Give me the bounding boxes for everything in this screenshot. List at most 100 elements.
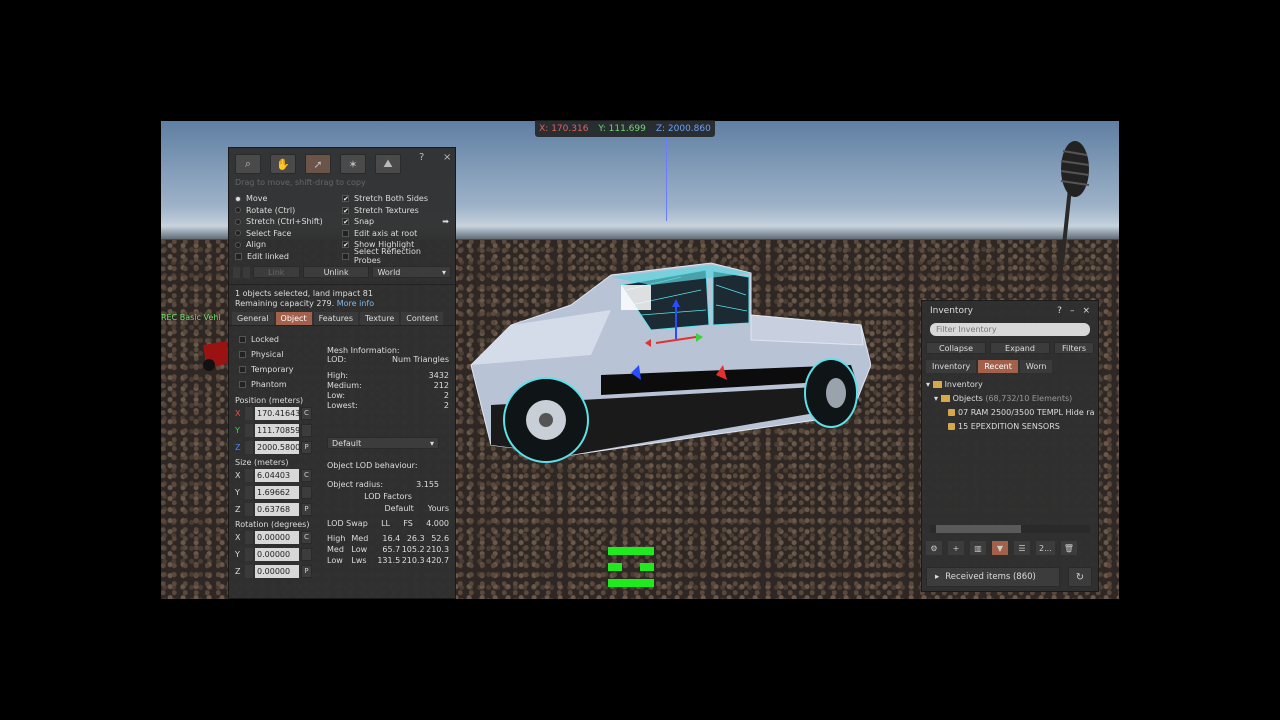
spinner-icon[interactable] [245,407,253,420]
swap-a: High [327,534,346,543]
trash-icon[interactable]: 🗑 [1060,541,1077,555]
spinner-icon[interactable] [245,441,253,454]
mode-rotate[interactable]: Rotate (Ctrl) [235,205,342,217]
tree-folder[interactable]: ▾ Objects (68,732/10 Elements) [926,392,1094,406]
grab-tool-icon[interactable]: ✋ [270,154,296,174]
object-icon [948,409,955,416]
rotation-z-input[interactable]: 0.00000 [255,565,299,578]
tab-worn[interactable]: Worn [1019,360,1053,373]
radio-icon [235,230,241,237]
locked-checkbox[interactable]: Locked [235,332,323,347]
horizontal-scrollbar[interactable] [930,525,1090,533]
stretch-both-sides-checkbox[interactable]: ✔ Stretch Both Sides [342,193,449,205]
unlink-button[interactable]: Unlink [302,266,370,278]
position-z-input[interactable]: 2000.5800 [255,441,300,454]
position-x-input[interactable]: 170.41643 [255,407,300,420]
help-icon[interactable]: ? [419,152,424,163]
rotation-x-row: X 0.00000 C [235,529,323,546]
mode-move[interactable]: Move [235,193,342,205]
physical-checkbox[interactable]: Physical [235,347,323,362]
tree-item[interactable]: 15 EPEXDITION SENSORS [926,420,1094,434]
temporary-checkbox[interactable]: Temporary [235,362,323,377]
truck-model[interactable] [451,215,871,475]
copy-button[interactable]: C [301,407,312,420]
coord-z: Z: 2000.860 [655,123,711,134]
close-icon[interactable]: × [1082,306,1090,316]
more-info-link[interactable]: More info [337,299,374,308]
scrollbar-thumb[interactable] [936,525,1021,533]
street-light [1060,141,1090,265]
tab-texture[interactable]: Texture [360,312,400,325]
paste-button[interactable]: P [301,503,312,516]
spinner-icon[interactable] [245,548,253,561]
expand-button[interactable]: Expand [990,342,1050,354]
copy-button[interactable]: C [301,531,312,544]
inventory-filter-input[interactable]: Filter Inventory [930,323,1090,336]
size-label: Size (meters) [235,458,289,467]
swap-c: 16.4 [382,534,401,543]
copy-button[interactable]: C [301,469,312,482]
stretch-textures-checkbox[interactable]: ✔ Stretch Textures [342,205,449,217]
mode-stretch[interactable]: Stretch (Ctrl+Shift) [235,216,342,228]
flag-label: Phantom [251,380,287,389]
red-vehicle[interactable] [197,335,231,375]
rotation-y-input[interactable]: 0.00000 [255,548,299,561]
filter-icon[interactable]: ▼ [992,541,1008,555]
list-icon[interactable]: ☰ [1014,541,1030,555]
size-x-input[interactable]: 6.04403 [255,469,299,482]
size-y-input[interactable]: 1.69662 [255,486,299,499]
minimize-icon[interactable]: – [1070,306,1075,316]
tree-item[interactable]: 07 RAM 2500/3500 TEMPL Hide ra [926,406,1094,420]
build-panel[interactable]: ? × ⌕ ✋ ➚ ✶ ⛰ Drag to move, shift-drag t… [228,147,456,599]
tab-content[interactable]: Content [401,312,444,325]
arrow-right-icon[interactable]: ➡ [442,217,449,226]
edit-axis-root-checkbox[interactable]: Edit axis at root [342,228,449,240]
tab-inventory[interactable]: Inventory [926,360,977,373]
lod-default-select[interactable]: Default ▾ [327,437,439,449]
spinner-icon[interactable] [245,565,253,578]
gear-icon[interactable]: ⚙ [926,541,942,555]
inventory-titlebar[interactable]: Inventory ? – × [922,301,1098,321]
spinner-icon[interactable] [245,486,253,499]
tab-general[interactable]: General [232,312,274,325]
focus-tool-icon[interactable]: ⌕ [235,154,261,174]
paste-button[interactable]: P [301,441,312,454]
tab-object[interactable]: Object [275,312,312,325]
close-icon[interactable]: × [443,152,451,163]
rotation-x-input[interactable]: 0.00000 [255,531,299,544]
phantom-checkbox[interactable]: Phantom [235,377,323,392]
paste-button[interactable]: P [301,565,312,578]
more-button[interactable]: 2... [1036,541,1055,555]
position-y-input[interactable]: 111.70859 [255,424,300,437]
spinner-icon[interactable] [245,503,253,516]
prev-icon[interactable] [233,266,240,278]
spinner-icon[interactable] [245,469,253,482]
filters-button[interactable]: Filters [1054,342,1094,354]
refresh-icon[interactable]: ↻ [1068,567,1092,587]
inventory-panel[interactable]: Inventory ? – × Filter Inventory Collapse … [921,300,1099,592]
stop-anim-icon[interactable] [606,545,656,589]
mode-align[interactable]: Align [235,239,342,251]
spinner-icon[interactable] [245,531,253,544]
link-button[interactable]: Link [252,266,300,278]
tree-root[interactable]: ▾ Inventory [926,378,1094,392]
add-icon[interactable]: + [948,541,964,555]
reference-frame-select[interactable]: World ▾ [372,266,452,278]
received-items-button[interactable]: ▸ Received items (860) [926,567,1060,587]
size-z-input[interactable]: 0.63768 [255,503,299,516]
tab-features[interactable]: Features [313,312,358,325]
panel-icon[interactable]: ▥ [970,541,986,555]
help-icon[interactable]: ? [1057,306,1062,316]
mode-select-face[interactable]: Select Face [235,228,342,240]
select-reflection-probes-checkbox[interactable]: Select Reflection Probes [342,247,449,265]
land-tool-icon[interactable]: ⛰ [375,154,401,174]
next-icon[interactable] [242,266,250,278]
collapse-button[interactable]: Collapse [926,342,986,354]
edit-linked-checkbox[interactable]: Edit linked [235,251,342,263]
spinner-icon[interactable] [245,424,253,437]
snap-checkbox[interactable]: ✔ Snap ➡ [342,216,449,228]
edit-tool-icon[interactable]: ➚ [305,154,331,174]
create-tool-icon[interactable]: ✶ [340,154,366,174]
tab-recent[interactable]: Recent [978,360,1018,373]
